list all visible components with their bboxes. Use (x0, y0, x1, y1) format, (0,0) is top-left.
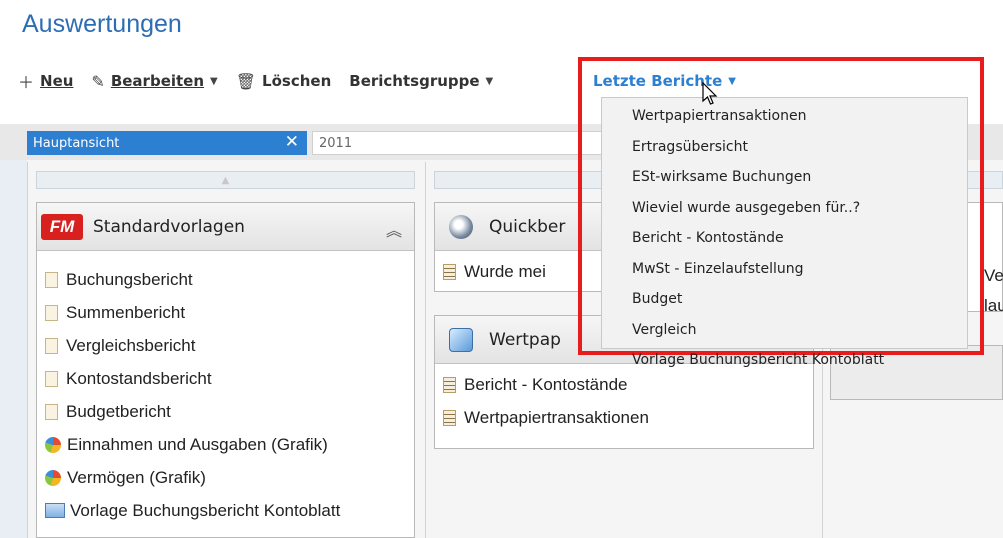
document-icon (45, 304, 58, 321)
new-label: Neu (40, 72, 74, 90)
item-fragment: lau (984, 296, 1003, 315)
edit-button[interactable]: ✎ Bearbeiten ▼ (91, 72, 217, 91)
plus-icon: ＋ (18, 73, 35, 92)
window-icon (45, 503, 65, 518)
list-item[interactable]: Kontostandsbericht (37, 362, 414, 395)
chevron-down-icon: ▼ (210, 75, 218, 87)
menu-item[interactable]: Wertpapiertransaktionen (602, 101, 967, 132)
item-label: Kontostandsbericht (66, 368, 212, 388)
list-item[interactable]: Vorlage Buchungsbericht Kontoblatt (37, 494, 414, 527)
item-label: Vergleichsbericht (66, 335, 196, 355)
chevron-down-icon: ▼ (485, 75, 494, 87)
toolbar: ＋ Neu ✎ Bearbeiten ▼ 🗑 Löschen Berichtsg… (18, 68, 511, 94)
item-label: Buchungsbericht (66, 269, 193, 289)
panel-standardvorlagen: FM Standardvorlagen ︽ Buchungsbericht Su… (36, 202, 415, 538)
menu-item[interactable]: MwSt - Einzelaufstellung (602, 254, 967, 285)
edit-label: Bearbeiten (110, 72, 205, 90)
delete-label: Löschen (262, 72, 332, 90)
trash-icon: 🗑 (235, 71, 257, 91)
panel-title: Wertpap (489, 329, 561, 350)
column-divider (27, 162, 28, 538)
close-icon[interactable]: ✕ (285, 132, 299, 152)
fm-logo: FM (41, 213, 83, 240)
pencil-icon: ✎ (91, 71, 105, 91)
list-item[interactable]: Vergleichsbericht (37, 329, 414, 362)
chevron-down-icon: ▼ (728, 75, 736, 87)
document-list-icon (443, 409, 456, 426)
pie-chart-icon (45, 436, 61, 453)
triangle-up-icon: ▲ (221, 174, 230, 186)
item-fragment: Ve (984, 266, 1003, 285)
list-item[interactable]: Einnahmen und Ausgaben (Grafik) (37, 428, 414, 461)
item-label: Wertpapiertransaktionen (464, 407, 649, 427)
item-label: Vermögen (Grafik) (67, 467, 206, 487)
report-group-label: Berichtsgruppe (349, 72, 480, 90)
delete-button[interactable]: 🗑 Löschen (236, 72, 332, 91)
list-item[interactable]: Wertpapiertransaktionen (435, 401, 813, 434)
item-label: Einnahmen und Ausgaben (Grafik) (67, 434, 328, 454)
document-list-icon (443, 376, 456, 393)
menu-item[interactable]: Wieviel wurde ausgegeben für..? (602, 193, 967, 224)
menu-item[interactable]: Vergleich (602, 315, 967, 346)
chart-icon (449, 327, 473, 352)
document-icon (45, 337, 58, 354)
list-item[interactable]: Buchungsbericht (37, 263, 414, 296)
pie-chart-icon (45, 469, 61, 486)
document-icon (45, 271, 58, 288)
item-label: Vorlage Buchungsbericht Kontoblatt (70, 500, 341, 520)
collapse-icon[interactable]: ︽ (386, 217, 402, 241)
item-label: Summenbericht (66, 302, 186, 322)
item-label: Bericht - Kontostände (464, 374, 628, 394)
pie-chart-icon (449, 214, 473, 239)
list-item[interactable]: Vermögen (Grafik) (37, 461, 414, 494)
menu-item[interactable]: Vorlage Buchungsbericht Kontoblatt (602, 345, 967, 376)
menu-item[interactable]: Ertragsübersicht (602, 132, 967, 163)
menu-item[interactable]: Budget (602, 284, 967, 315)
document-icon (45, 370, 58, 387)
menu-item[interactable]: ESt-wirksame Buchungen (602, 162, 967, 193)
item-label: Budgetbericht (66, 401, 171, 421)
list-item[interactable]: Budgetbericht (37, 395, 414, 428)
panel-title: Standardvorlagen (93, 216, 245, 237)
document-list-icon (443, 263, 456, 280)
scroll-up-button[interactable]: ▲ (36, 171, 415, 189)
recent-reports-menu: Wertpapiertransaktionen Ertragsübersicht… (601, 97, 968, 368)
report-group-button[interactable]: Berichtsgruppe ▼ (349, 72, 493, 90)
document-icon (45, 403, 58, 420)
panel-header: FM Standardvorlagen ︽ (37, 203, 414, 251)
mouse-cursor-icon (702, 82, 718, 105)
panel-title: Quickber (489, 216, 566, 237)
item-label: Wurde mei (464, 261, 546, 281)
page-title: Auswertungen (22, 10, 182, 38)
menu-item[interactable]: Bericht - Kontostände (602, 223, 967, 254)
list-item[interactable]: Summenbericht (37, 296, 414, 329)
year-field[interactable]: 2011 (312, 131, 612, 155)
tab-label: Hauptansicht (33, 135, 120, 151)
tab-hauptansicht[interactable]: Hauptansicht ✕ (27, 131, 307, 155)
column-divider (425, 162, 426, 538)
new-button[interactable]: ＋ Neu (18, 69, 73, 93)
